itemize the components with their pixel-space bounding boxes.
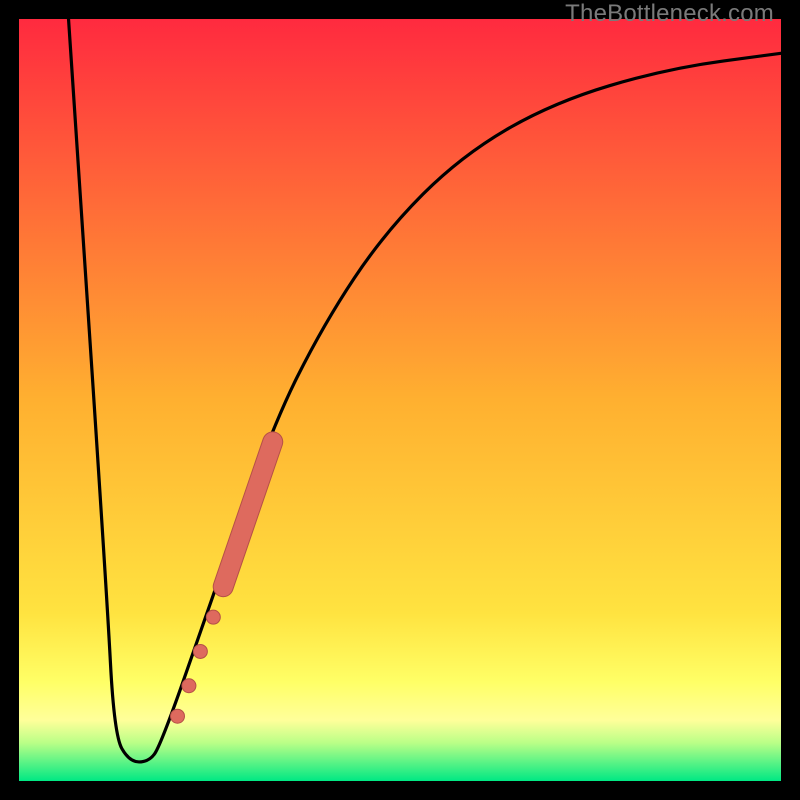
marker-dot (170, 709, 184, 723)
chart-svg (19, 19, 781, 781)
data-markers (170, 442, 272, 723)
plot-frame (19, 19, 781, 781)
marker-dot (182, 679, 196, 693)
watermark-text: TheBottleneck.com (565, 0, 774, 28)
bottleneck-curve (69, 19, 781, 762)
marker-bar (223, 442, 273, 587)
marker-dot (206, 610, 220, 624)
marker-dot (193, 644, 207, 658)
